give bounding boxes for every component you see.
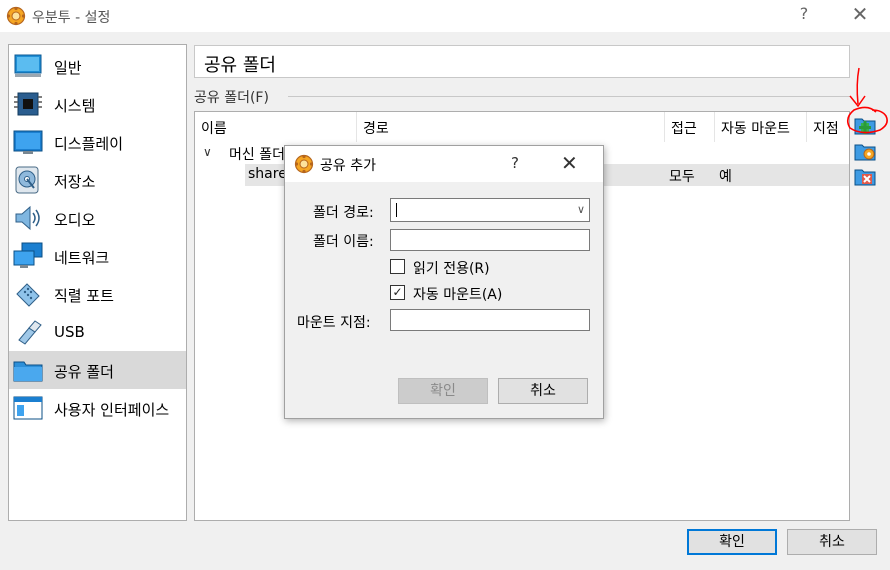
remove-shared-folder-icon[interactable] <box>854 166 876 186</box>
machine-folders-label: 머신 폴더 <box>229 147 285 163</box>
column-header-access[interactable]: 접근 <box>665 112 715 142</box>
user-interface-icon <box>13 396 43 420</box>
dialog-title-bar: 공유 추가 ? ✕ <box>285 146 603 182</box>
folder-name-label: 폴더 이름: <box>313 234 374 250</box>
storage-disk-icon <box>15 166 39 194</box>
checkmark-icon[interactable]: ✓ <box>390 285 405 300</box>
sidebar-item-general[interactable]: 일반 <box>9 47 186 85</box>
window-title: 우분투 - 설정 <box>32 10 111 26</box>
sidebar-item-label: 직렬 포트 <box>54 287 114 305</box>
shared-folder-icon <box>13 361 43 382</box>
edit-shared-folder-icon[interactable] <box>854 141 876 161</box>
display-monitor-icon <box>13 130 43 154</box>
checkbox-unchecked[interactable] <box>390 259 405 274</box>
virtualbox-app-icon <box>6 6 26 26</box>
mount-point-input[interactable] <box>390 309 590 331</box>
sidebar-item-label: 디스플레이 <box>54 135 124 153</box>
add-shared-folder-icon[interactable] <box>854 115 876 135</box>
dialog-cancel-button[interactable]: 취소 <box>498 378 588 404</box>
folder-path-combobox[interactable]: ∨ <box>390 198 590 222</box>
read-only-label: 읽기 전용(R) <box>413 261 490 277</box>
general-icon <box>14 54 42 77</box>
column-header-auto-mount[interactable]: 자동 마운트 <box>715 112 807 142</box>
column-header-path[interactable]: 경로 <box>357 112 665 142</box>
usb-icon <box>18 320 42 345</box>
dialog-ok-button[interactable]: 확인 <box>398 378 488 404</box>
sidebar-item-label: 사용자 인터페이스 <box>54 401 170 419</box>
network-icon <box>13 242 43 268</box>
dialog-title: 공유 추가 <box>320 158 376 174</box>
page-title: 공유 폴더 <box>204 55 276 76</box>
page-title-box: 공유 폴더 <box>194 45 850 78</box>
ok-button[interactable]: 확인 <box>687 529 777 555</box>
column-header-name[interactable]: 이름 <box>195 112 357 142</box>
mount-point-label: 마운트 지점: <box>297 315 371 331</box>
cancel-button[interactable]: 취소 <box>787 529 877 555</box>
auto-mount-label: 자동 마운트(A) <box>413 287 503 303</box>
title-bar: 우분투 - 설정 ? ✕ <box>0 0 890 32</box>
dialog-close-button[interactable]: ✕ <box>561 151 578 175</box>
folder-name-input[interactable] <box>390 229 590 251</box>
column-header-mount-point[interactable]: 지점 <box>807 112 849 142</box>
sidebar-item-network[interactable]: 네트워크 <box>9 237 186 275</box>
sidebar-item-label: 공유 폴더 <box>54 363 114 381</box>
group-divider <box>288 96 850 97</box>
sidebar-item-audio[interactable]: 오디오 <box>9 199 186 237</box>
sidebar-item-label: 시스템 <box>54 97 96 115</box>
sidebar-item-label: USB <box>54 323 85 341</box>
shared-folders-group-label: 공유 폴더(F) <box>194 90 269 106</box>
sidebar-item-shared-folders[interactable]: 공유 폴더 <box>9 351 186 389</box>
dialog-help-button[interactable]: ? <box>511 154 519 172</box>
close-window-button[interactable]: ✕ <box>848 2 872 28</box>
sidebar-item-label: 저장소 <box>54 173 96 191</box>
row-access: 모두 <box>669 169 695 185</box>
sidebar-item-storage[interactable]: 저장소 <box>9 161 186 199</box>
sidebar-item-label: 오디오 <box>54 211 96 229</box>
text-cursor <box>396 203 397 217</box>
sidebar-item-display[interactable]: 디스플레이 <box>9 123 186 161</box>
add-share-dialog: 공유 추가 ? ✕ 폴더 경로: ∨ 폴더 이름: 읽기 전용(R) ✓ 자동 … <box>284 145 604 419</box>
folder-path-label: 폴더 경로: <box>313 205 374 221</box>
row-name: share <box>248 166 287 182</box>
sidebar-item-label: 일반 <box>54 59 82 77</box>
sidebar-item-system[interactable]: 시스템 <box>9 85 186 123</box>
serial-port-icon <box>16 283 40 307</box>
audio-speaker-icon <box>15 205 40 231</box>
sidebar-item-serial-ports[interactable]: 직렬 포트 <box>9 275 186 313</box>
settings-sidebar: 일반 시스템 디스플레이 저장소 오디오 네트워크 직렬 포트 USB 공유 폴… <box>8 44 187 521</box>
row-auto-mount: 예 <box>719 169 732 185</box>
sidebar-item-user-interface[interactable]: 사용자 인터페이스 <box>9 389 186 427</box>
chevron-down-icon[interactable]: ∨ <box>203 145 212 159</box>
sidebar-item-label: 네트워크 <box>54 249 110 267</box>
help-button[interactable]: ? <box>796 4 812 23</box>
system-chip-icon <box>14 92 42 116</box>
sidebar-item-usb[interactable]: USB <box>9 313 186 351</box>
virtualbox-app-icon <box>294 154 314 174</box>
chevron-down-icon[interactable]: ∨ <box>577 203 585 216</box>
